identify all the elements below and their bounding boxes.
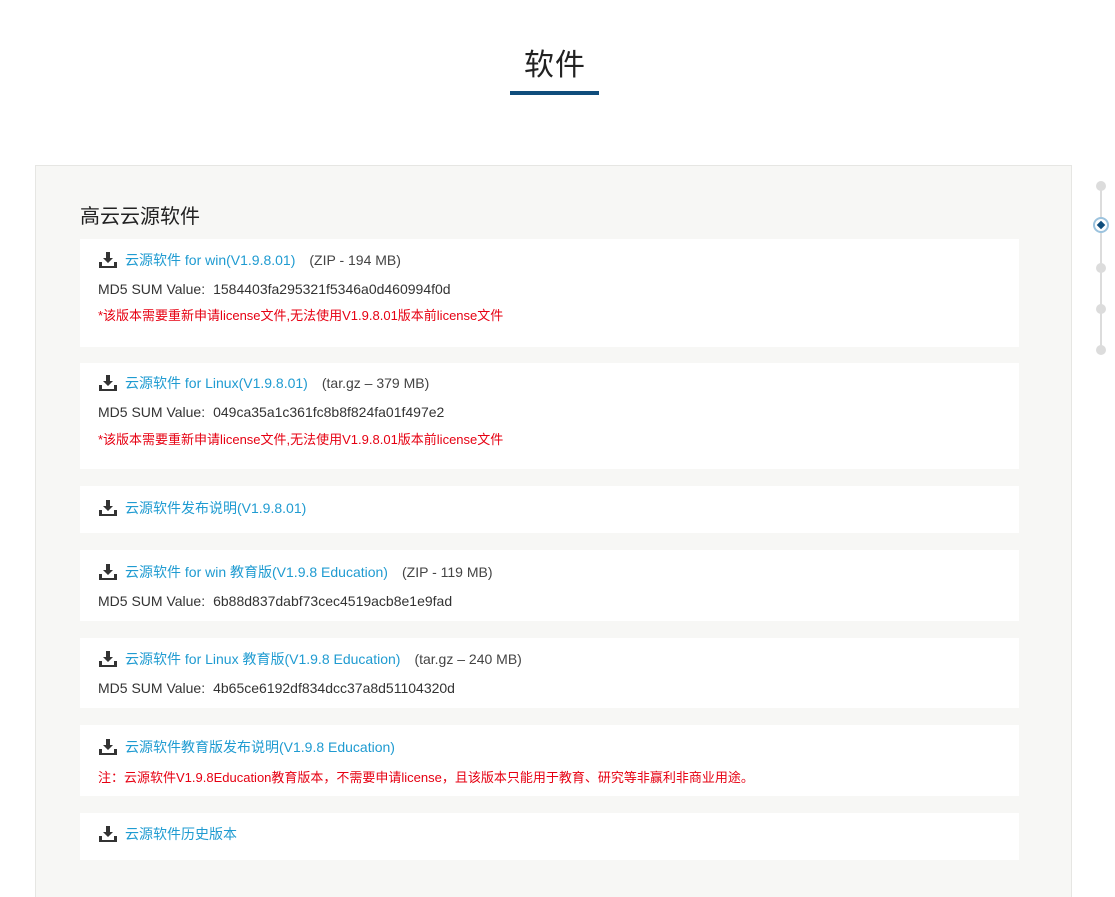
- download-card-history: 云源软件历史版本: [80, 813, 1019, 860]
- side-nav-dot[interactable]: [1096, 263, 1106, 273]
- page-title: 软件: [524, 49, 586, 82]
- download-link-linux-education[interactable]: 云源软件 for Linux 教育版(V1.9.8 Education): [125, 649, 400, 669]
- file-size: (ZIP - 194 MB): [309, 252, 401, 268]
- md5-label: MD5 SUM Value:: [98, 593, 206, 609]
- file-size: (ZIP - 119 MB): [401, 564, 493, 580]
- download-link-education-release-notes[interactable]: 云源软件教育版发布说明(V1.9.8 Education): [125, 737, 395, 757]
- download-link-win[interactable]: 云源软件 for win(V1.9.8.01): [125, 250, 295, 270]
- download-icon[interactable]: [98, 825, 118, 843]
- title-underline: [510, 91, 599, 95]
- download-link-release-notes[interactable]: 云源软件发布说明(V1.9.8.01): [125, 498, 306, 518]
- license-note: *该版本需要重新申请license文件,无法使用V1.9.8.01版本前lice…: [98, 431, 504, 447]
- md5-value: 049ca35a1c361fc8b8f824fa01f497e2: [213, 404, 445, 420]
- side-nav-dot[interactable]: [1096, 304, 1106, 314]
- file-size: (tar.gz – 379 MB): [321, 375, 430, 391]
- download-icon[interactable]: [98, 251, 118, 269]
- license-note: *该版本需要重新申请license文件,无法使用V1.9.8.01版本前lice…: [98, 307, 504, 323]
- download-card-linux: 云源软件 for Linux(V1.9.8.01) (tar.gz – 379 …: [80, 363, 1019, 469]
- md5-value: 1584403fa295321f5346a0d460994f0d: [213, 281, 451, 297]
- file-size: (tar.gz – 240 MB): [414, 651, 522, 667]
- download-link-linux[interactable]: 云源软件 for Linux(V1.9.8.01): [125, 373, 308, 393]
- software-panel: 高云云源软件 云源软件 for win(V1.9.8.01) (ZIP - 19…: [35, 165, 1072, 897]
- download-icon[interactable]: [98, 650, 118, 668]
- download-icon[interactable]: [98, 563, 118, 581]
- download-icon[interactable]: [98, 374, 118, 392]
- download-card-release-notes: 云源软件发布说明(V1.9.8.01): [80, 486, 1019, 533]
- page: 软件 高云云源软件 云源软件 for win(V1.9.8.01) (ZIP -…: [0, 0, 1115, 897]
- md5-label: MD5 SUM Value:: [98, 680, 206, 696]
- education-note: 注：云源软件V1.9.8Education教育版本，不需要申请license，且…: [98, 769, 754, 785]
- md5-value: 4b65ce6192df834dcc37a8d51104320d: [213, 680, 455, 696]
- section-heading: 高云云源软件: [80, 206, 200, 228]
- side-nav: [1092, 178, 1110, 358]
- side-nav-dot-active[interactable]: [1093, 217, 1109, 233]
- download-card-win-education: 云源软件 for win 教育版(V1.9.8 Education) (ZIP …: [80, 550, 1019, 621]
- md5-label: MD5 SUM Value:: [98, 404, 206, 420]
- md5-value: 6b88d837dabf73cec4519acb8e1e9fad: [213, 593, 453, 609]
- download-link-win-education[interactable]: 云源软件 for win 教育版(V1.9.8 Education): [125, 562, 388, 582]
- download-link-history[interactable]: 云源软件历史版本: [125, 824, 237, 844]
- side-nav-dot[interactable]: [1096, 345, 1106, 355]
- md5-label: MD5 SUM Value:: [98, 281, 206, 297]
- download-card-linux-education: 云源软件 for Linux 教育版(V1.9.8 Education) (ta…: [80, 638, 1019, 708]
- download-card-win: 云源软件 for win(V1.9.8.01) (ZIP - 194 MB) M…: [80, 239, 1019, 347]
- download-icon[interactable]: [98, 738, 118, 756]
- download-card-education-release-notes: 云源软件教育版发布说明(V1.9.8 Education) 注：云源软件V1.9…: [80, 725, 1019, 796]
- download-icon[interactable]: [98, 499, 118, 517]
- side-nav-dot[interactable]: [1096, 181, 1106, 191]
